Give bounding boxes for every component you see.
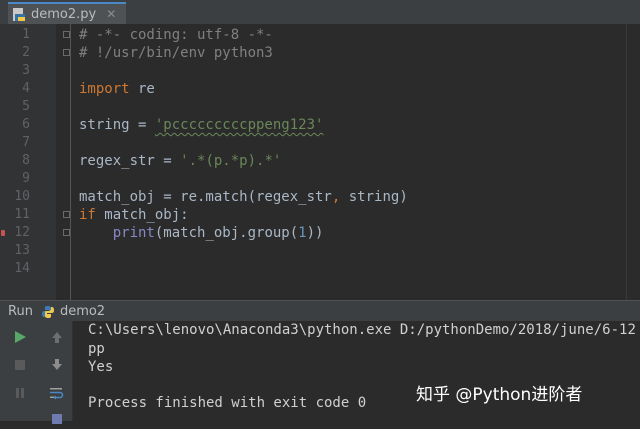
line-number: 6 [22, 117, 30, 132]
code-line: 3 [0, 62, 640, 80]
up-arrow-icon[interactable] [47, 327, 67, 347]
line-number: 7 [22, 135, 30, 150]
code-line: 9 [0, 170, 640, 188]
code-text: match_obj = re.match(regex_str, string) [79, 189, 408, 205]
console-line: Process finished with exit code 0 [88, 395, 367, 411]
soft-wrap-icon[interactable] [47, 383, 67, 403]
code-line: 10 match_obj = re.match(regex_str, strin… [0, 188, 640, 206]
code-text: # -*- coding: utf-8 -*- [79, 27, 273, 43]
breakpoint-marker-icon[interactable] [1, 230, 5, 236]
line-number: 1 [22, 27, 30, 42]
pause-icon[interactable] [10, 383, 30, 403]
line-number: 5 [22, 99, 30, 114]
watermark-text: 知乎 @Python进阶者 [416, 385, 583, 405]
code-editor[interactable]: 1 # -*- coding: utf-8 -*- 2 # !/usr/bin/… [0, 24, 640, 300]
line-number: 4 [22, 81, 30, 96]
down-arrow-icon[interactable] [47, 355, 67, 375]
code-line: 5 [0, 98, 640, 116]
code-line: 14 [0, 260, 640, 278]
line-number: 10 [14, 189, 30, 204]
code-text: string = 'pcccccccccppeng123' [79, 117, 324, 133]
editor-tab-bar: demo2.py ✕ [0, 0, 640, 25]
code-line: 2 # !/usr/bin/env python3 [0, 44, 640, 62]
line-number: 8 [22, 153, 30, 168]
code-text: import re [79, 81, 155, 97]
run-toolbar [0, 321, 73, 424]
stop-icon[interactable] [10, 355, 30, 375]
code-line: 13 [0, 242, 640, 260]
run-label[interactable]: Run [8, 304, 33, 319]
code-line: 12 print(match_obj.group(1)) [0, 224, 640, 242]
tab-filename: demo2.py [31, 6, 97, 22]
code-text: regex_str = '.*(p.*p).*' [79, 153, 282, 169]
fold-icon[interactable] [63, 49, 70, 56]
run-tool-window-header: Run demo2 [0, 300, 640, 322]
scroll-to-end-icon[interactable] [47, 409, 67, 429]
run-icon[interactable] [10, 327, 30, 347]
line-number: 13 [14, 243, 30, 258]
fold-icon[interactable] [63, 211, 70, 218]
python-file-icon [41, 304, 55, 318]
python-file-icon [12, 7, 26, 21]
run-config-name[interactable]: demo2 [60, 304, 105, 319]
code-line: 7 [0, 134, 640, 152]
code-line: 11 if match_obj: [0, 206, 640, 224]
tab-demo2[interactable]: demo2.py ✕ [8, 2, 127, 24]
line-number: 3 [22, 63, 30, 78]
line-number: 14 [14, 261, 30, 276]
code-line: 1 # -*- coding: utf-8 -*- [0, 26, 640, 44]
line-number: 2 [22, 45, 30, 60]
console-line: C:\Users\lenovo\Anaconda3\python.exe D:/… [88, 322, 636, 338]
close-icon[interactable]: ✕ [106, 7, 116, 21]
code-text: if match_obj: [79, 207, 189, 223]
code-text: # !/usr/bin/env python3 [79, 45, 273, 61]
run-console-output[interactable]: C:\Users\lenovo\Anaconda3\python.exe D:/… [73, 321, 640, 421]
line-number: 11 [14, 207, 30, 222]
code-line: 6 string = 'pcccccccccppeng123' [0, 116, 640, 134]
console-line: pp [88, 341, 105, 357]
code-line: 8 regex_str = '.*(p.*p).*' [0, 152, 640, 170]
code-text: print(match_obj.group(1)) [112, 225, 324, 241]
fold-icon[interactable] [63, 229, 70, 236]
fold-icon[interactable] [63, 31, 70, 38]
console-line: Yes [88, 359, 114, 375]
line-number: 9 [22, 171, 30, 186]
code-line: 4 import re [0, 80, 640, 98]
